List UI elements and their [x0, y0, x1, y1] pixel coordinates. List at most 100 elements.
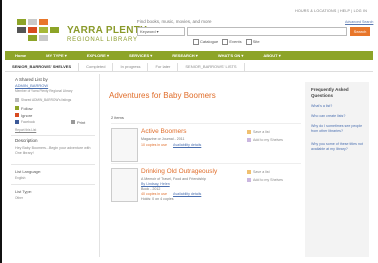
- subnav-shelves[interactable]: SENIOR_BARROWS' SHELVES: [5, 63, 80, 71]
- frame-edge: [0, 0, 2, 263]
- faq-link[interactable]: Why you some of these titles not availab…: [311, 142, 365, 152]
- subnav-in-progress[interactable]: In progress: [113, 63, 149, 71]
- add-shelf-action[interactable]: Add to my Shelves: [247, 138, 283, 143]
- option-label: Catalogue: [200, 39, 219, 45]
- item-title-link[interactable]: Drinking Old Outrageously: [141, 168, 217, 175]
- logo-square: [39, 35, 48, 41]
- items-count: 2 items: [111, 115, 124, 120]
- logo-square: [39, 27, 48, 33]
- ignore-icon: [15, 113, 19, 117]
- add-shelf-action[interactable]: Add to my Shelves: [247, 178, 283, 183]
- shelf-icon: [247, 138, 251, 143]
- save-icon: [247, 130, 251, 135]
- logo-square: [39, 19, 48, 25]
- logo-square: [28, 27, 37, 33]
- item-copies: 10 copies in use: [141, 143, 167, 147]
- facebook-icon[interactable]: [15, 120, 19, 124]
- divider: [111, 163, 301, 164]
- list-item: Drinking Old Outrageously A Memoir of Tr…: [111, 168, 301, 222]
- save-icon: [247, 170, 251, 175]
- owner-link[interactable]: ADMIN_BARROW: [15, 83, 48, 88]
- divider: [111, 123, 301, 124]
- logo-square: [17, 27, 26, 33]
- search-scope-value: Keyword: [140, 29, 156, 34]
- checkbox-catalogue[interactable]: [193, 39, 199, 45]
- subnav-lists[interactable]: SENIOR_BARROWS' LISTS: [178, 63, 245, 71]
- list-language-heading: List Language:: [15, 169, 42, 174]
- item-subtitle: A Memoir of Travel, Food and Friendship: [141, 177, 206, 181]
- list-description: Hey Baby Boomers...Begin your adventure …: [15, 146, 91, 155]
- facebook-share[interactable]: Facebook: [21, 120, 35, 124]
- nav-my-type[interactable]: MY TYPE ▾: [36, 51, 77, 60]
- nav-explore[interactable]: EXPLORE ▾: [77, 51, 119, 60]
- top-links[interactable]: HOURS & LOCATIONS | HELP | LOG IN: [295, 9, 367, 13]
- nav-home[interactable]: Home: [5, 51, 36, 60]
- divider: [11, 164, 95, 165]
- add-shelf-label: Add to my Shelves: [253, 138, 283, 142]
- save-label: Save a list: [253, 130, 270, 134]
- logo-square: [28, 19, 37, 25]
- option-label: Site: [252, 39, 260, 45]
- nav-whats-on[interactable]: WHAT'S ON ▾: [208, 51, 254, 60]
- follow-button[interactable]: Follow: [21, 106, 33, 111]
- follow-icon: [15, 106, 19, 110]
- main-nav: Home MY TYPE ▾ EXPLORE ▾ SERVICES ▾ RESE…: [5, 51, 373, 60]
- shelves-subnav: SENIOR_BARROWS' SHELVES Completed In pro…: [5, 63, 373, 72]
- item-title-link[interactable]: Active Boomers: [141, 128, 187, 135]
- checkbox-events[interactable]: [222, 39, 229, 45]
- item-copies: 40 copies in use: [141, 192, 167, 196]
- search-hint: Find books, music, movies, and more: [137, 19, 212, 24]
- library-logo[interactable]: YARRA PLENTY REGIONAL LIBRARY: [17, 19, 147, 51]
- save-label: Save a list: [253, 170, 270, 174]
- nav-about[interactable]: ABOUT ▾: [253, 51, 290, 60]
- logo-subtitle: REGIONAL LIBRARY: [67, 37, 138, 43]
- list-sidebar: A Shared List by ADMIN_BARROW Member of …: [5, 74, 100, 257]
- save-action[interactable]: Save a list: [247, 170, 270, 175]
- nav-services[interactable]: SERVICES ▾: [119, 51, 162, 60]
- item-cover[interactable]: [111, 168, 138, 202]
- advanced-search-link[interactable]: Advanced Search: [345, 20, 373, 24]
- add-shelf-label: Add to my Shelves: [253, 178, 283, 182]
- search-scope-select[interactable]: Keyword ▾: [137, 27, 185, 36]
- faq-sidebar: Frequently Asked Questions What's a list…: [305, 82, 369, 257]
- divider: [11, 135, 95, 136]
- item-author[interactable]: By Lindsay, Helen: [141, 182, 170, 186]
- faq-link[interactable]: What's a list?: [311, 104, 365, 109]
- shared-listings[interactable]: Shared ADMIN_BARROW's listings: [21, 98, 71, 102]
- list-title: Adventures for Baby Boomers: [109, 91, 216, 100]
- availability-link[interactable]: Availability details: [173, 143, 201, 147]
- list-language-value: English: [15, 176, 26, 180]
- availability-link[interactable]: Availability details: [173, 192, 201, 196]
- faq-link[interactable]: Why do I sometimes see people from other…: [311, 124, 365, 134]
- share-icon: [15, 98, 19, 102]
- faq-link[interactable]: Who can create lists?: [311, 114, 365, 119]
- item-format: Magazine or Journal - 2011: [141, 137, 185, 141]
- ignore-button[interactable]: Ignore: [21, 113, 32, 118]
- checkbox-site[interactable]: [245, 39, 252, 45]
- save-action[interactable]: Save a list: [247, 130, 270, 135]
- subnav-completed[interactable]: Completed: [79, 63, 114, 71]
- item-holds: Holds: 0 on 4 copies: [141, 197, 174, 201]
- logo-square: [50, 27, 59, 33]
- search-button[interactable]: Search: [350, 27, 370, 36]
- divider: [11, 184, 95, 185]
- print-button[interactable]: Print: [77, 120, 85, 125]
- owner-membership: Member of Yarra Plenty Regional Library: [15, 89, 73, 93]
- subnav-for-later[interactable]: For later: [148, 63, 179, 71]
- item-format: Book - 2012: [141, 187, 161, 191]
- print-icon[interactable]: [71, 120, 75, 124]
- description-heading: Description: [15, 138, 38, 143]
- report-list-link[interactable]: Report this List: [15, 128, 36, 132]
- list-type-value: Other: [15, 196, 23, 200]
- list-title-label: A Shared List by: [15, 77, 48, 82]
- item-cover[interactable]: [111, 128, 138, 162]
- option-label: Events: [229, 39, 242, 45]
- faq-heading: Frequently Asked Questions: [311, 87, 349, 98]
- list-type-heading: List Type:: [15, 189, 33, 194]
- logo-title: YARRA PLENTY: [67, 25, 148, 36]
- page: HOURS & LOCATIONS | HELP | LOG IN YARRA …: [5, 5, 373, 257]
- logo-square: [28, 35, 37, 41]
- logo-square: [17, 19, 26, 25]
- nav-research[interactable]: RESEARCH ▾: [162, 51, 208, 60]
- search-input[interactable]: [187, 27, 347, 36]
